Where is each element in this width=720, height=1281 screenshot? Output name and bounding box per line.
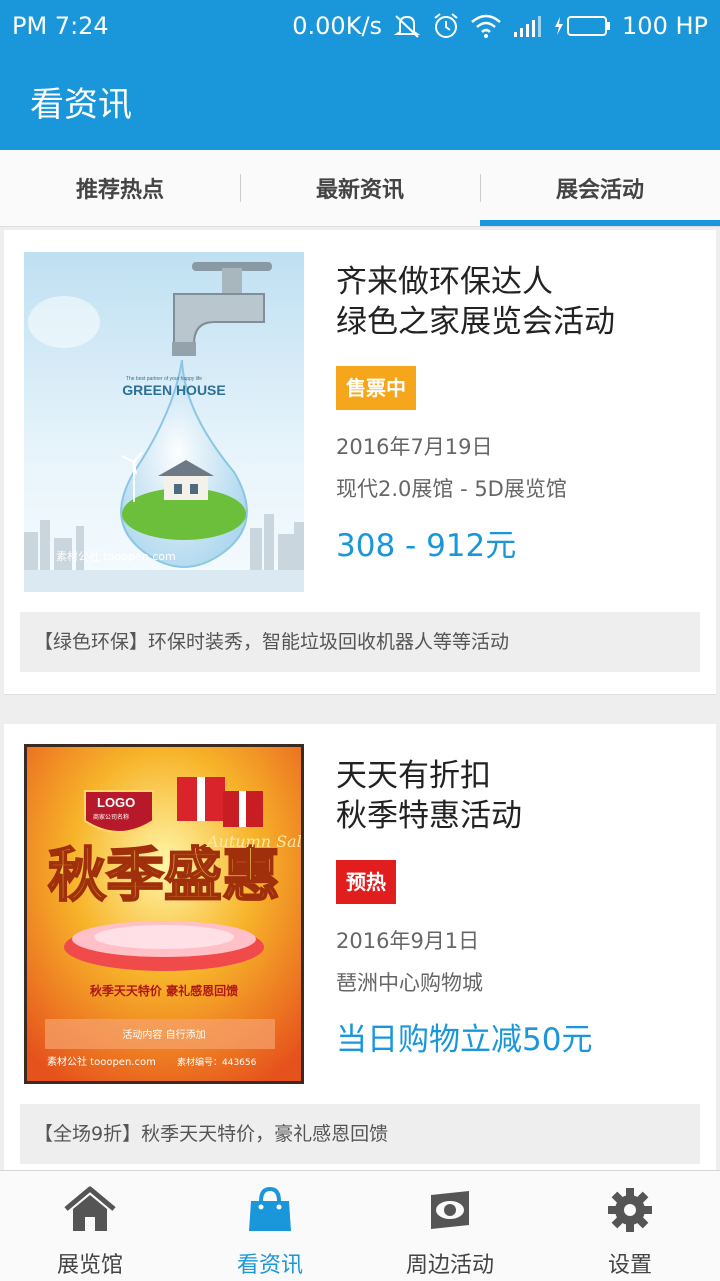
poster-headline: 秋季盛惠 (48, 841, 280, 909)
tab-recommended-hot[interactable]: 推荐热点 (0, 150, 240, 226)
event-poster-autumn-sale[interactable]: LOGO 商家公司名称 秋季盛惠 Autumn Sale 秋季天天特价 豪礼感恩… (24, 744, 304, 1084)
poster-watermark: 素材公社 tooopen.com (56, 549, 176, 563)
poster-headline: GREEN HOUSE (122, 382, 225, 398)
nav-exhibition-hall[interactable]: 展览馆 (0, 1171, 180, 1281)
event-title[interactable]: 齐来做环保达人 绿色之家展览会活动 (336, 262, 706, 342)
app-bar: 看资讯 (0, 52, 720, 150)
event-info: 齐来做环保达人 绿色之家展览会活动 售票中 2016年7月19日 现代2.0展馆… (336, 262, 706, 565)
gear-icon (605, 1185, 655, 1241)
page-title: 看资讯 (30, 84, 132, 125)
poster-content-label: 活动内容 自行添加 (122, 1028, 205, 1041)
shopping-bag-icon (245, 1185, 295, 1241)
tab-exhibition-events[interactable]: 展会活动 (480, 150, 720, 226)
event-card[interactable]: The best partner of your happy life GREE… (4, 230, 716, 695)
eye-icon (425, 1185, 475, 1241)
poster-logo: LOGO (97, 795, 135, 810)
event-title[interactable]: 天天有折扣 秋季特惠活动 (336, 756, 706, 836)
event-title-line2: 绿色之家展览会活动 (336, 304, 615, 340)
poster-script: Autumn Sale (205, 832, 301, 851)
event-title-line2: 秋季特惠活动 (336, 798, 522, 834)
event-price: 308 - 912元 (336, 528, 517, 564)
status-icons: 0.00K/s 100 HP (292, 12, 708, 40)
tab-latest-news[interactable]: 最新资讯 (240, 150, 480, 226)
nav-label: 看资讯 (236, 1253, 303, 1278)
poster-watermark: 素材公社 tooopen.com (47, 1055, 156, 1068)
battery-icon (554, 14, 612, 38)
nav-label: 周边活动 (405, 1253, 494, 1278)
tab-bar: 推荐热点 最新资讯 展会活动 (0, 150, 720, 227)
event-title-line1: 天天有折扣 (336, 758, 491, 794)
event-card[interactable]: LOGO 商家公司名称 秋季盛惠 Autumn Sale 秋季天天特价 豪礼感恩… (4, 724, 716, 1170)
poster-code: 素材编号：443656 (177, 1056, 257, 1068)
poster-company: 商家公司名称 (93, 813, 129, 821)
nav-label: 设置 (607, 1253, 652, 1278)
battery-level: 100 HP (622, 12, 708, 40)
mute-icon (392, 12, 422, 40)
status-badge: 预热 (336, 860, 396, 904)
network-speed: 0.00K/s (292, 12, 383, 40)
event-list: The best partner of your happy life GREE… (0, 226, 720, 1170)
event-date: 2016年9月1日 (336, 929, 480, 953)
status-time: PM 7:24 (12, 12, 109, 40)
poster-slogan: 秋季天天特价 豪礼感恩回馈 (90, 983, 238, 998)
house-icon (62, 1185, 118, 1241)
bottom-navigation: 展览馆 看资讯 周边活动 设置 (0, 1170, 720, 1281)
status-bar: PM 7:24 0.00K/s 100 HP (0, 0, 720, 52)
event-venue: 现代2.0展馆 - 5D展览馆 (336, 477, 567, 501)
event-description: 【绿色环保】环保时装秀，智能垃圾回收机器人等等活动 (20, 612, 700, 672)
event-price: 当日购物立减50元 (336, 1022, 593, 1058)
nav-news[interactable]: 看资讯 (180, 1171, 360, 1281)
event-venue: 琶洲中心购物城 (336, 971, 483, 995)
wifi-icon (470, 13, 502, 39)
event-info: 天天有折扣 秋季特惠活动 预热 2016年9月1日 琶洲中心购物城 当日购物立减… (336, 756, 706, 1059)
status-badge: 售票中 (336, 366, 416, 410)
event-description: 【全场9折】秋季天天特价，豪礼感恩回馈 (20, 1104, 700, 1164)
event-title-line1: 齐来做环保达人 (336, 264, 553, 300)
nav-label: 展览馆 (56, 1253, 123, 1278)
signal-icon (512, 14, 544, 38)
nav-nearby-events[interactable]: 周边活动 (360, 1171, 540, 1281)
alarm-icon (432, 12, 460, 40)
event-date: 2016年7月19日 (336, 435, 493, 459)
nav-settings[interactable]: 设置 (540, 1171, 720, 1281)
event-poster-green-house[interactable]: The best partner of your happy life GREE… (24, 252, 304, 592)
